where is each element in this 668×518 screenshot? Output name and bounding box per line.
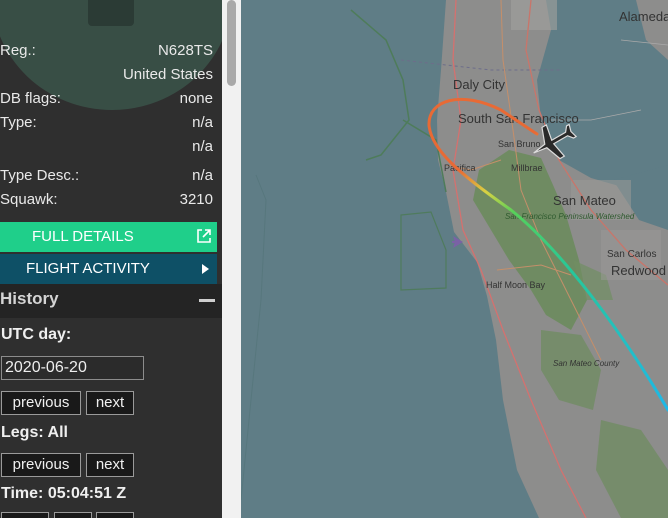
label-alameda: Alameda xyxy=(619,9,668,24)
label-san-mateo: San Mateo xyxy=(553,193,616,208)
type-desc-label: Type Desc.: xyxy=(0,167,80,184)
history-title: History xyxy=(0,289,59,308)
full-details-button[interactable]: FULL DETAILS xyxy=(0,222,217,252)
time-label: Time: 05:04:51 Z xyxy=(1,485,127,502)
label-san-mateo-county: San Mateo County xyxy=(553,359,620,368)
next-leg-button[interactable]: next xyxy=(86,453,134,477)
utc-day-label: UTC day: xyxy=(1,326,72,343)
type-desc-row: Type Desc.: n/a xyxy=(0,165,213,187)
previous-leg-button[interactable]: previous xyxy=(1,453,81,477)
label-south-san-francisco: South San Francisco xyxy=(458,111,579,126)
type-value: n/a xyxy=(192,114,213,131)
flight-activity-button[interactable]: FLIGHT ACTIVITY xyxy=(0,254,217,284)
registration-label: Reg.: xyxy=(0,42,36,59)
previous-day-button[interactable]: previous xyxy=(1,391,81,415)
legs-label: Legs: All xyxy=(1,424,68,441)
aircraft-info-panel: Reg.: N628TS United States DB flags: non… xyxy=(0,0,222,518)
label-san-carlos: San Carlos xyxy=(607,249,656,260)
label-redwood: Redwood xyxy=(611,263,666,278)
type-value-secondary: n/a xyxy=(192,138,213,155)
label-san-bruno: San Bruno xyxy=(498,139,541,149)
utc-day-input[interactable] xyxy=(1,356,144,380)
type-label: Type: xyxy=(0,114,37,131)
type-desc-value: n/a xyxy=(192,167,213,184)
flight-activity-label: FLIGHT ACTIVITY xyxy=(26,260,150,277)
collapse-icon[interactable] xyxy=(199,299,215,302)
squawk-value: 3210 xyxy=(179,191,213,208)
playback-button-1[interactable] xyxy=(1,512,49,518)
country-value: United States xyxy=(122,66,213,83)
label-daly-city: Daly City xyxy=(453,77,506,92)
panel-scrollbar-thumb[interactable] xyxy=(227,0,236,86)
squawk-row: Squawk: 3210 xyxy=(0,189,213,211)
next-day-button[interactable]: next xyxy=(86,391,134,415)
full-details-label: FULL DETAILS xyxy=(32,228,134,245)
chevron-right-icon xyxy=(202,264,209,274)
registration-row: Reg.: N628TS xyxy=(0,40,213,62)
playback-button-2[interactable] xyxy=(54,512,92,518)
registration-value: N628TS xyxy=(157,42,213,59)
map-canvas[interactable]: Alameda Daly City South San Francisco Sa… xyxy=(241,0,668,518)
type-row: Type: n/a xyxy=(0,112,213,134)
urban-area xyxy=(511,0,557,30)
external-link-icon xyxy=(197,229,211,243)
map-view[interactable]: Alameda Daly City South San Francisco Sa… xyxy=(241,0,668,518)
label-millbrae: Millbrae xyxy=(511,163,543,173)
history-header: History xyxy=(0,284,222,318)
db-flags-row: DB flags: none xyxy=(0,88,213,110)
label-half-moon-bay: Half Moon Bay xyxy=(486,280,546,290)
playback-button-3[interactable] xyxy=(96,512,134,518)
country-row: United States xyxy=(0,64,213,86)
squawk-label: Squawk: xyxy=(0,191,58,208)
db-flags-value: none xyxy=(179,90,213,107)
type-row-2: n/a xyxy=(0,136,213,158)
db-flags-label: DB flags: xyxy=(0,90,61,107)
